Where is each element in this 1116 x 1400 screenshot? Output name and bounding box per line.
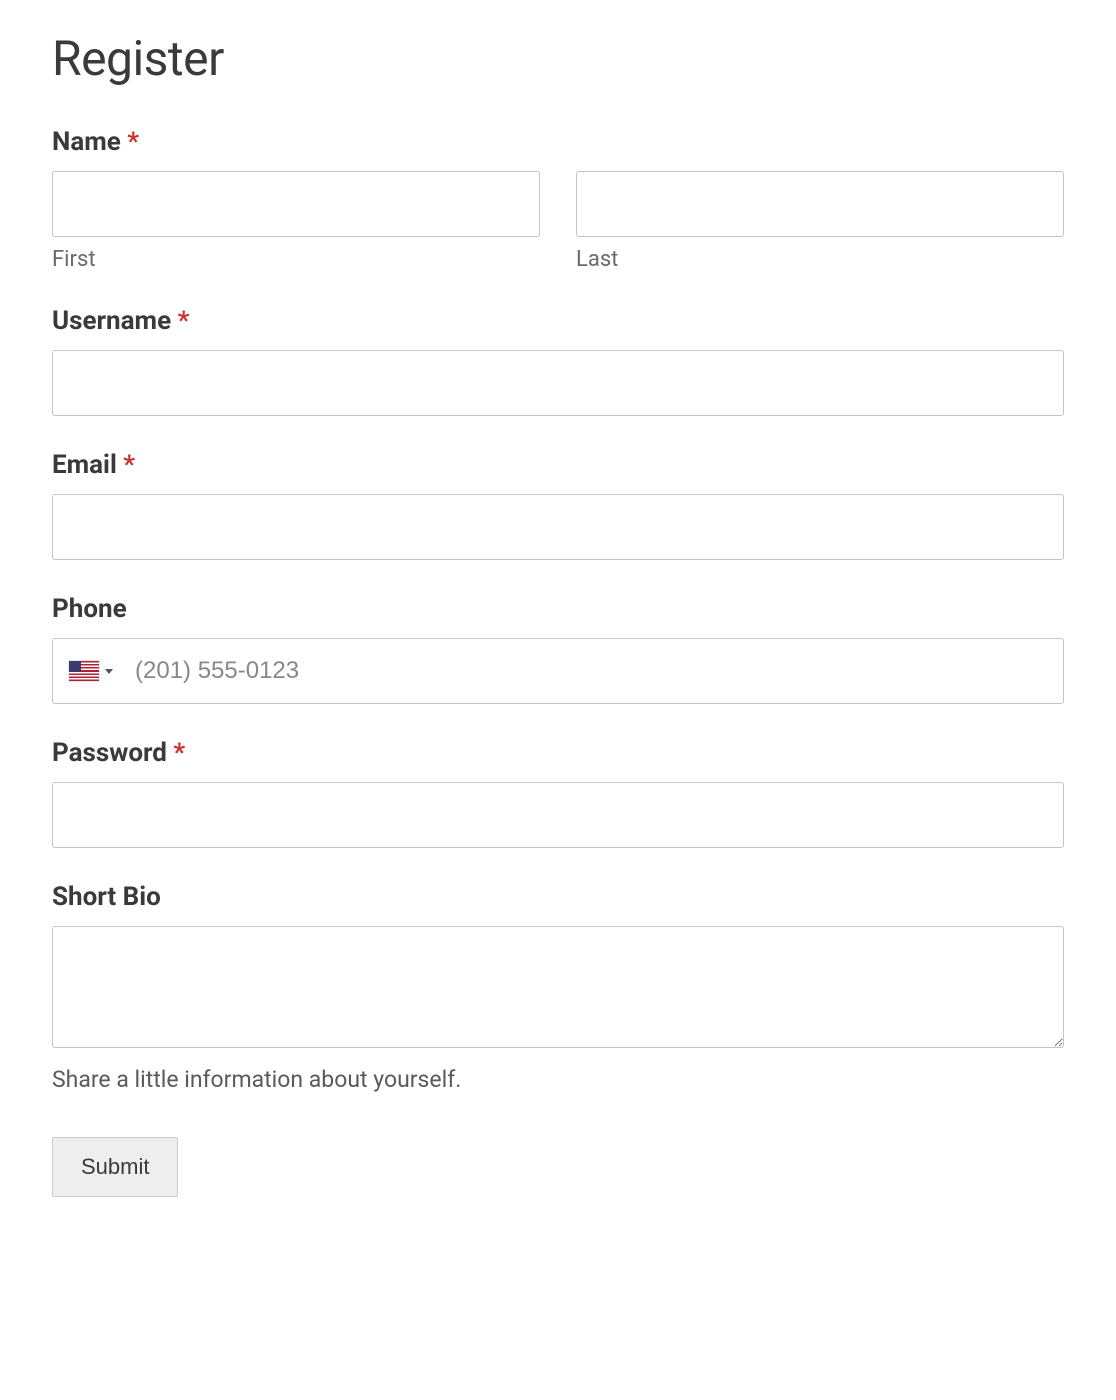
country-code-selector[interactable] bbox=[53, 639, 123, 703]
first-name-input[interactable] bbox=[52, 171, 540, 237]
username-field-group: Username * bbox=[52, 306, 1064, 416]
password-field-group: Password * bbox=[52, 738, 1064, 848]
phone-wrapper bbox=[52, 638, 1064, 704]
username-label: Username * bbox=[52, 306, 1064, 336]
first-name-col: First bbox=[52, 171, 540, 272]
phone-label: Phone bbox=[52, 594, 1064, 624]
email-input[interactable] bbox=[52, 494, 1064, 560]
name-row: First Last bbox=[52, 171, 1064, 272]
last-name-sublabel: Last bbox=[576, 247, 1064, 272]
bio-description: Share a little information about yoursel… bbox=[52, 1066, 1064, 1093]
required-indicator: * bbox=[127, 127, 139, 157]
name-field-group: Name * First Last bbox=[52, 127, 1064, 272]
chevron-down-icon bbox=[105, 669, 113, 674]
email-label: Email * bbox=[52, 450, 1064, 480]
phone-input[interactable] bbox=[123, 639, 1063, 703]
username-input[interactable] bbox=[52, 350, 1064, 416]
submit-button[interactable]: Submit bbox=[52, 1137, 178, 1197]
password-label-text: Password bbox=[52, 738, 167, 768]
last-name-input[interactable] bbox=[576, 171, 1064, 237]
last-name-col: Last bbox=[576, 171, 1064, 272]
email-field-group: Email * bbox=[52, 450, 1064, 560]
bio-label: Short Bio bbox=[52, 882, 1064, 912]
page-title: Register bbox=[52, 30, 1064, 87]
required-indicator: * bbox=[178, 306, 190, 336]
us-flag-icon bbox=[69, 661, 99, 681]
bio-field-group: Short Bio Share a little information abo… bbox=[52, 882, 1064, 1093]
name-label-text: Name bbox=[52, 127, 121, 157]
bio-label-text: Short Bio bbox=[52, 882, 161, 912]
phone-label-text: Phone bbox=[52, 594, 127, 624]
bio-textarea[interactable] bbox=[52, 926, 1064, 1048]
first-name-sublabel: First bbox=[52, 247, 540, 272]
email-label-text: Email bbox=[52, 450, 117, 480]
name-label: Name * bbox=[52, 127, 1064, 157]
phone-field-group: Phone bbox=[52, 594, 1064, 704]
username-label-text: Username bbox=[52, 306, 171, 336]
password-input[interactable] bbox=[52, 782, 1064, 848]
register-form: Name * First Last Username * Email * bbox=[52, 127, 1064, 1197]
password-label: Password * bbox=[52, 738, 1064, 768]
required-indicator: * bbox=[173, 738, 185, 768]
required-indicator: * bbox=[123, 450, 135, 480]
